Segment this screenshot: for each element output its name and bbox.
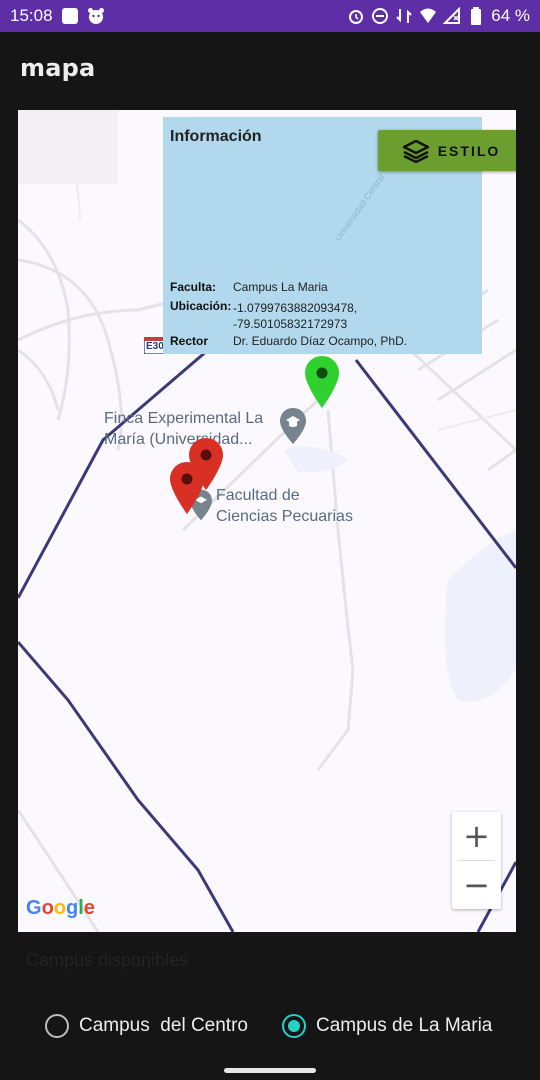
radio-label: Campus del Centro xyxy=(79,1015,248,1036)
data-icon xyxy=(395,7,413,25)
style-button[interactable]: ESTILO xyxy=(378,130,516,171)
face-icon xyxy=(87,7,105,25)
radio-checked-icon xyxy=(282,1014,306,1038)
app-bar: mapa xyxy=(0,32,540,104)
alarm-icon xyxy=(347,7,365,25)
poi-finca-label[interactable]: Finca Experimental La María (Universidad… xyxy=(104,408,263,450)
battery-icon xyxy=(467,7,485,25)
radio-label: Campus de La Maria xyxy=(316,1015,493,1036)
info-rector-row: Rector Dr. Eduardo Díaz Ocampo, PhD. xyxy=(170,334,408,348)
wifi-icon xyxy=(419,7,437,25)
zoom-out-button[interactable]: − xyxy=(452,861,501,909)
highway-shield-label: E30 xyxy=(146,341,164,352)
university-pin-icon[interactable] xyxy=(280,408,306,444)
navigation-bar xyxy=(0,1048,540,1080)
google-logo: Google xyxy=(26,897,95,919)
status-bar: 15:08 64 % xyxy=(0,0,540,32)
campus-caption: Campus disponibles xyxy=(26,950,189,970)
layers-icon xyxy=(402,139,429,163)
page-title: mapa xyxy=(20,54,96,82)
zoom-in-button[interactable]: + xyxy=(452,812,501,860)
gallery-icon xyxy=(61,7,79,25)
map-view[interactable]: E30 Finca Experimental La María (Univers… xyxy=(18,110,516,932)
marker-selected-icon[interactable] xyxy=(305,356,339,408)
marker-red-icon[interactable] xyxy=(170,462,204,514)
info-ubicacion-row: Ubicación: -1.0799763882093478, -79.5010… xyxy=(170,299,358,331)
dnd-icon xyxy=(371,7,389,25)
battery-percent: 64 % xyxy=(491,6,530,25)
style-button-label: ESTILO xyxy=(437,142,501,159)
map-tile-placeholder xyxy=(18,110,118,184)
status-time: 15:08 xyxy=(10,6,53,25)
campus-radio-group: Campus del Centro Campus de La Maria xyxy=(0,1004,540,1048)
radio-unchecked-icon xyxy=(45,1014,69,1038)
poi-facultad-label[interactable]: Facultad de Ciencias Pecuarias xyxy=(216,485,353,527)
info-faculta-row: Faculta: Campus La Maria xyxy=(170,280,328,294)
road-name-label: Universidad Central xyxy=(333,172,387,243)
info-title: Información xyxy=(170,128,262,145)
zoom-controls: + − xyxy=(452,812,501,909)
radio-campus-la-maria[interactable]: Campus de La Maria xyxy=(282,1014,492,1038)
home-indicator[interactable] xyxy=(224,1068,316,1073)
radio-campus-centro[interactable]: Campus del Centro xyxy=(45,1014,248,1038)
signal-icon xyxy=(443,7,461,25)
